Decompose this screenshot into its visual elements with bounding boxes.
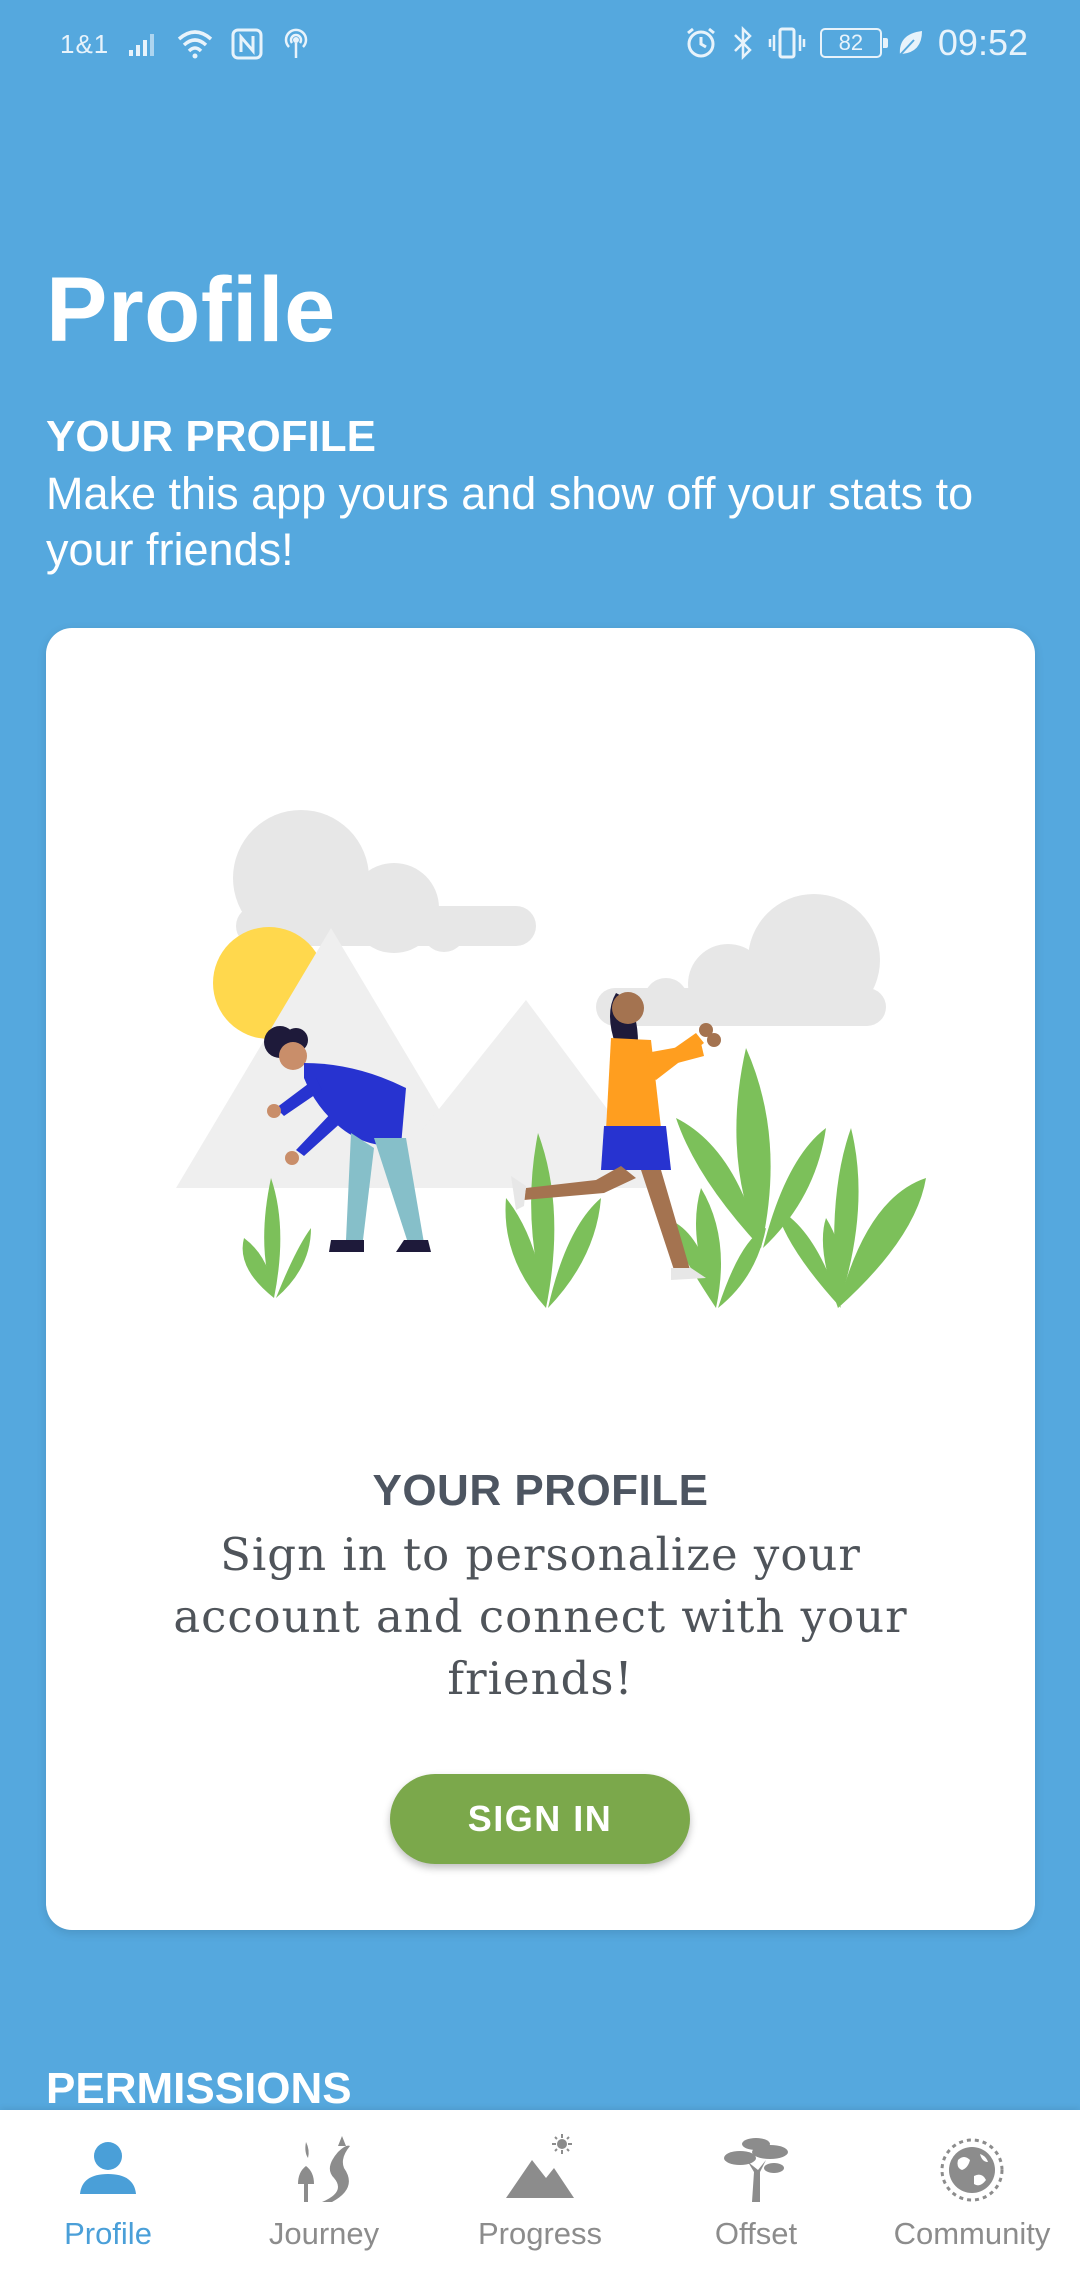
hotspot-icon [285, 28, 308, 58]
status-left: 1&1 [60, 28, 311, 60]
card-heading: YOUR PROFILE [372, 1466, 709, 1515]
permissions-heading: PERMISSIONS [46, 2064, 352, 2113]
alarm-icon [686, 27, 715, 58]
status-bar: 1&1 82 09:52 [0, 0, 1080, 92]
vibrate-icon [768, 27, 806, 59]
page-title: Profile [46, 259, 336, 361]
nav-label-community: Community [893, 2216, 1051, 2251]
plant-right [666, 1048, 926, 1308]
profile-illustration [176, 810, 926, 1308]
nfc-icon [231, 28, 263, 60]
plant-small-left [242, 1178, 311, 1298]
mountain-icon [506, 2134, 574, 2198]
status-right: 82 09:52 [684, 22, 1028, 64]
wifi-icon [178, 30, 213, 59]
sign-in-button[interactable]: SIGN IN [390, 1774, 690, 1864]
nav-label-progress: Progress [477, 2216, 603, 2251]
signal-icon [129, 34, 155, 56]
globe-icon [940, 2138, 1004, 2202]
nav-label-journey: Journey [268, 2216, 380, 2251]
battery-icon: 82 [819, 28, 888, 58]
nav-item-community[interactable]: Community [864, 2110, 1080, 2280]
tree-icon [724, 2138, 788, 2202]
section-subtitle: Make this app yours and show off your st… [46, 468, 974, 575]
carrier-label: 1&1 [60, 28, 110, 59]
section-heading: YOUR PROFILE [46, 412, 377, 461]
nav-item-offset[interactable]: Offset [648, 2110, 864, 2280]
leaf-icon [899, 31, 922, 56]
profile-card: YOUR PROFILE Sign in to personalize your… [46, 628, 1035, 1930]
person-icon [80, 2142, 136, 2194]
clock: 09:52 [937, 22, 1028, 63]
bluetooth-icon [734, 26, 752, 60]
journey-icon [298, 2136, 350, 2202]
nav-item-progress[interactable]: Progress [432, 2110, 648, 2280]
nav-label-offset: Offset [714, 2216, 798, 2251]
nav-item-journey[interactable]: Journey [216, 2110, 432, 2280]
nav-label-profile: Profile [64, 2216, 152, 2251]
bottom-navigation: Profile Journey Progress Offset Communit… [0, 2110, 1080, 2280]
profile-screen: 1&1 82 09:52 Profile YOUR PROFILE Make t… [0, 0, 1080, 2280]
nav-item-profile[interactable]: Profile [0, 2110, 216, 2280]
card-description: Sign in to personalize your account and … [173, 1528, 908, 1705]
